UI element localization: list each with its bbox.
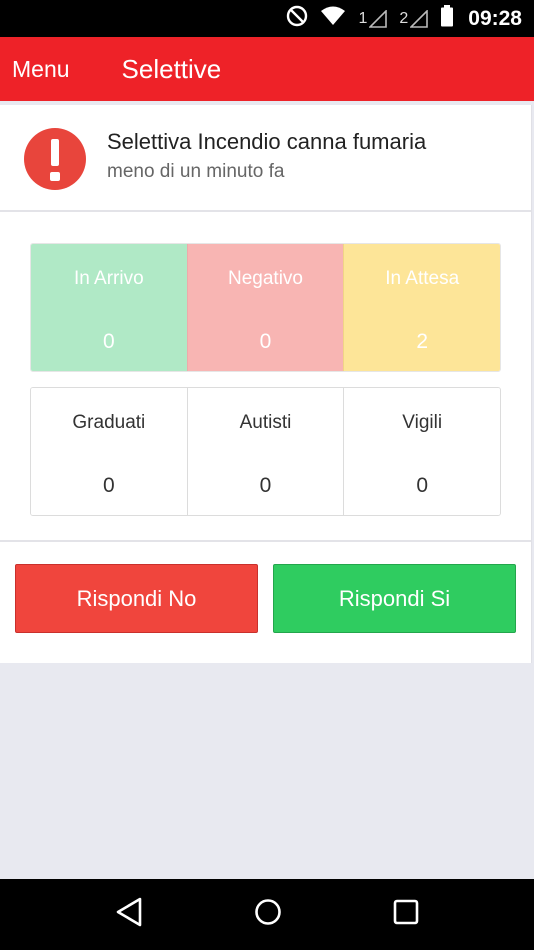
status-label: In Attesa xyxy=(385,268,460,289)
role-value: 0 xyxy=(102,474,115,497)
role-graduati: Graduati 0 xyxy=(31,388,187,515)
battery-icon xyxy=(440,4,454,33)
divider xyxy=(0,540,531,542)
rispondi-no-button[interactable]: Rispondi No xyxy=(15,564,258,633)
main-content: Selettiva Incendio canna fumaria meno di… xyxy=(0,105,532,663)
menu-button[interactable]: Menu xyxy=(12,56,70,83)
signal-icon xyxy=(369,9,388,28)
clock: 09:28 xyxy=(468,6,522,30)
home-icon[interactable] xyxy=(253,897,283,932)
status-bar: 1 2 09:28 xyxy=(0,0,534,37)
navigation-bar xyxy=(0,879,534,950)
status-counts: In Arrivo 0 Negativo 0 In Attesa 2 xyxy=(30,243,501,372)
role-value: 0 xyxy=(259,474,272,497)
wifi-icon xyxy=(320,6,346,32)
rispondi-si-button[interactable]: Rispondi Si xyxy=(273,564,516,633)
sim1-signal: 1 xyxy=(358,9,388,28)
app-bar: Menu Selettive xyxy=(0,37,534,101)
role-autisti: Autisti 0 xyxy=(186,388,344,515)
recents-icon[interactable] xyxy=(393,899,419,930)
page-title: Selettive xyxy=(121,53,222,84)
role-label: Graduati xyxy=(72,412,146,433)
role-vigili: Vigili 0 xyxy=(343,388,500,515)
status-label: Negativo xyxy=(228,268,303,289)
sim1-label: 1 xyxy=(358,9,368,27)
status-value: 0 xyxy=(259,330,272,353)
back-icon[interactable] xyxy=(115,897,143,932)
role-counts: Graduati 0 Autisti 0 Vigili 0 xyxy=(30,387,501,516)
status-negativo: Negativo 0 xyxy=(186,244,344,371)
exclamation-icon xyxy=(24,128,86,190)
status-value: 0 xyxy=(102,330,115,353)
alert-title: Selettiva Incendio canna fumaria xyxy=(107,129,427,154)
status-in-attesa: In Attesa 2 xyxy=(343,244,500,371)
status-in-arrivo: In Arrivo 0 xyxy=(31,244,187,371)
do-not-disturb-icon xyxy=(286,5,308,33)
sim2-signal: 2 xyxy=(399,9,429,28)
status-label: In Arrivo xyxy=(73,268,144,289)
role-label: Autisti xyxy=(239,412,292,433)
sim2-label: 2 xyxy=(399,9,409,27)
role-value: 0 xyxy=(416,474,429,497)
role-label: Vigili xyxy=(402,412,443,433)
status-value: 2 xyxy=(416,330,429,353)
alert-time: meno di un minuto fa xyxy=(107,161,285,182)
signal-icon xyxy=(410,9,429,28)
alert-card[interactable]: Selettiva Incendio canna fumaria meno di… xyxy=(0,105,531,212)
